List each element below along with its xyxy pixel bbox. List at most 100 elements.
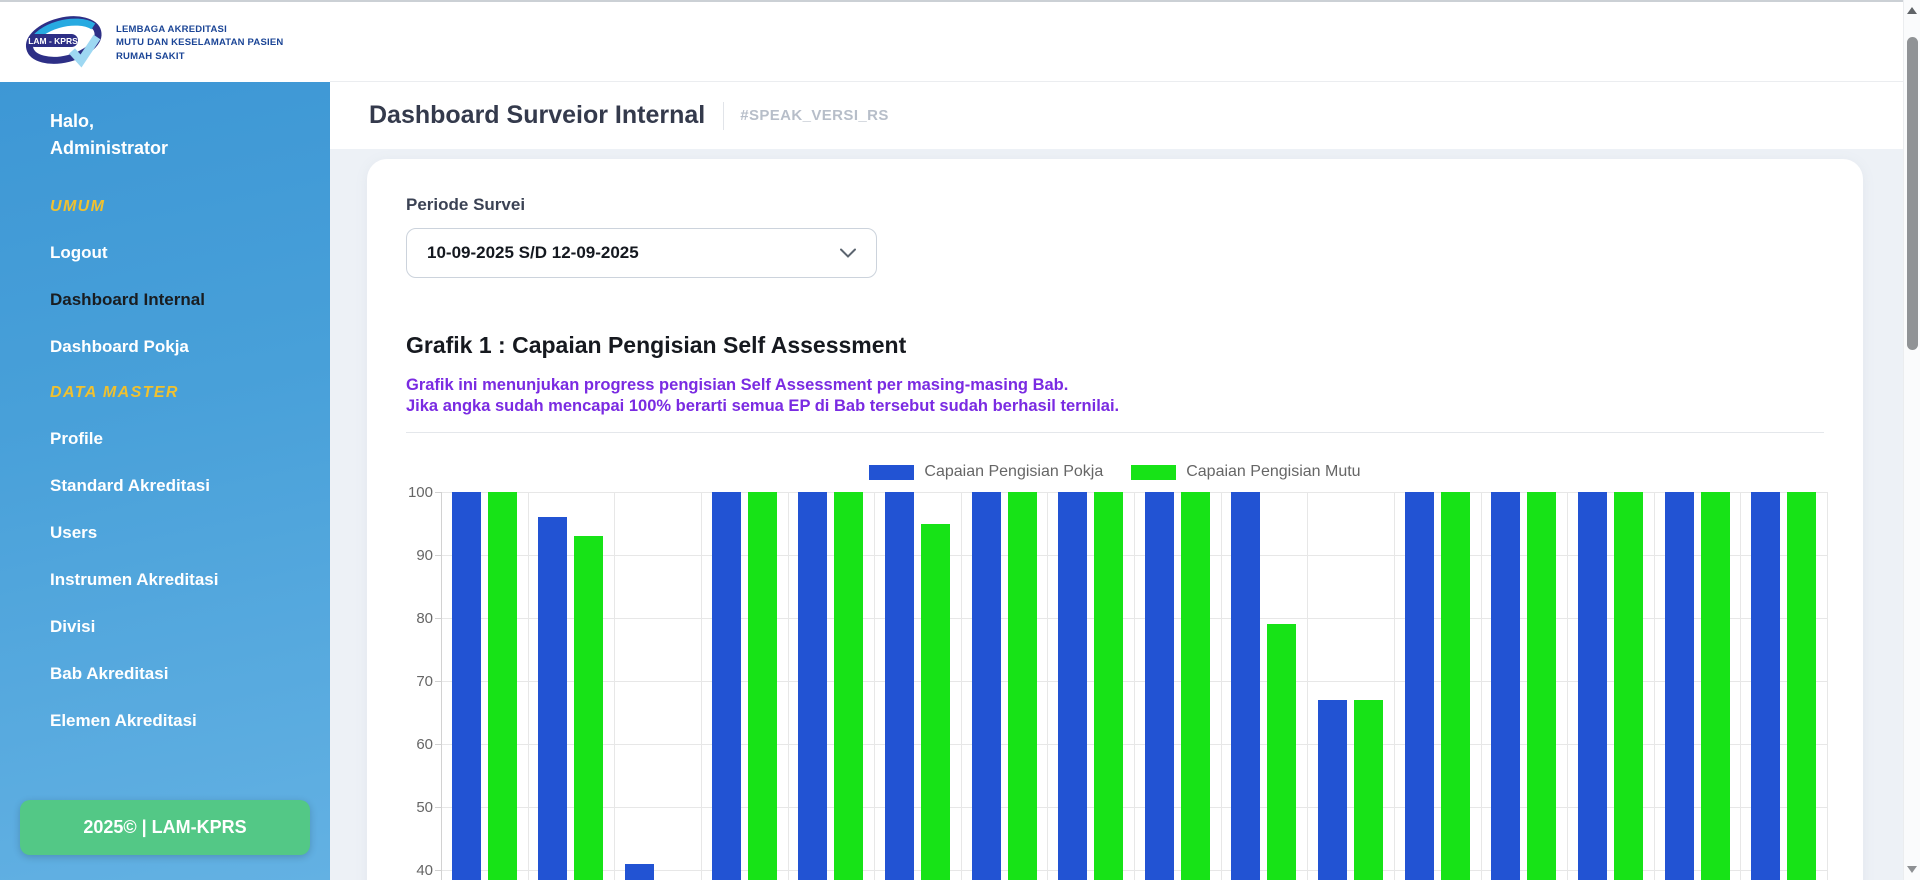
- y-tick-label: 50: [416, 799, 433, 816]
- gridline: [1047, 492, 1049, 880]
- y-tick-mark: [435, 492, 441, 493]
- sidebar-item-divisi[interactable]: Divisi: [50, 617, 290, 637]
- y-tick-mark: [435, 807, 441, 808]
- scrollbar-down-arrow-icon[interactable]: [1907, 866, 1917, 873]
- scrollbar-up-arrow-icon[interactable]: [1907, 7, 1917, 14]
- bar-pokja-8[interactable]: [1058, 492, 1088, 880]
- gridline: [1827, 492, 1828, 880]
- sidebar-item-dashboard-internal[interactable]: Dashboard Internal: [50, 290, 290, 310]
- vertical-scrollbar[interactable]: [1903, 0, 1920, 880]
- sidebar-item-bab-akreditasi[interactable]: Bab Akreditasi: [50, 664, 290, 684]
- bar-mutu-12[interactable]: [1440, 492, 1470, 880]
- sidebar-section-data-master: DATA MASTER: [50, 384, 179, 401]
- legend-label: Capaian Pengisian Mutu: [1186, 463, 1361, 480]
- scrollbar-thumb[interactable]: [1907, 37, 1918, 350]
- gridline: [1220, 492, 1222, 880]
- bar-chart: 1009080706050403020100: [406, 484, 1828, 880]
- gridline: [960, 492, 962, 880]
- sidebar-item-users[interactable]: Users: [50, 523, 290, 543]
- gridline: [614, 492, 616, 880]
- y-tick-mark: [435, 870, 441, 871]
- bar-mutu-15[interactable]: [1700, 492, 1730, 880]
- bar-mutu-16[interactable]: [1787, 492, 1817, 880]
- legend-item[interactable]: Capaian Pengisian Mutu: [1117, 463, 1374, 481]
- chart-legend: Capaian Pengisian Pokja Capaian Pengisian…: [406, 463, 1824, 481]
- y-tick-label: 60: [416, 736, 433, 753]
- gridline: [1307, 492, 1309, 880]
- bar-mutu-1[interactable]: [487, 492, 517, 880]
- bar-mutu-7[interactable]: [1007, 492, 1037, 880]
- sidebar-item-logout[interactable]: Logout: [50, 243, 290, 263]
- bar-mutu-13[interactable]: [1527, 492, 1557, 880]
- y-tick-label: 90: [416, 547, 433, 564]
- legend-swatch-icon: [1131, 464, 1177, 480]
- version-tag: #SPEAK_VERSI_RS: [740, 107, 889, 124]
- y-tick-mark: [435, 744, 441, 745]
- bar-pokja-4[interactable]: [711, 492, 741, 880]
- bar-pokja-6[interactable]: [884, 492, 914, 880]
- bar-mutu-14[interactable]: [1613, 492, 1643, 880]
- logo[interactable]: LAM - KPRS LEMBAGA AKREDITASI MUTU DAN K…: [0, 0, 330, 82]
- gridline: [700, 492, 702, 880]
- section-divider: [406, 432, 1824, 433]
- bar-pokja-11[interactable]: [1318, 699, 1348, 880]
- y-tick-mark: [435, 618, 441, 619]
- greeting-line-1: Halo,: [50, 111, 95, 131]
- bar-pokja-10[interactable]: [1231, 492, 1261, 880]
- bar-mutu-2[interactable]: [574, 536, 604, 880]
- bar-pokja-7[interactable]: [971, 492, 1001, 880]
- chart-section-title: Grafik 1 : Capaian Pengisian Self Assess…: [406, 332, 907, 358]
- sidebar-item-profile[interactable]: Profile: [50, 429, 290, 449]
- sidebar-menu: UMUM Logout Dashboard Internal Dashboard Po…: [50, 198, 330, 758]
- y-tick-label: 80: [416, 610, 433, 627]
- bar-pokja-1[interactable]: [451, 492, 481, 880]
- bar-pokja-9[interactable]: [1144, 492, 1174, 880]
- y-tick-label: 70: [416, 673, 433, 690]
- main-area: Dashboard Surveior Internal #SPEAK_VERSI…: [330, 0, 1920, 880]
- y-axis-line: [441, 492, 442, 880]
- y-tick-label: 100: [407, 484, 433, 501]
- bar-mutu-11[interactable]: [1354, 699, 1384, 880]
- bar-mutu-4[interactable]: [747, 492, 777, 880]
- sidebar-item-instrumen-akreditasi[interactable]: Instrumen Akreditasi: [50, 570, 290, 590]
- bar-pokja-5[interactable]: [798, 492, 828, 880]
- bar-mutu-10[interactable]: [1267, 624, 1297, 880]
- chart-description-line-1: Grafik ini menunjukan progress pengisian…: [406, 376, 1069, 394]
- greeting-line-2: Administrator: [50, 138, 169, 158]
- bar-mutu-8[interactable]: [1094, 492, 1124, 880]
- title-row: Dashboard Surveior Internal #SPEAK_VERSI…: [330, 82, 1920, 149]
- bar-pokja-3[interactable]: [625, 863, 655, 880]
- sidebar-item-dashboard-pokja[interactable]: Dashboard Pokja: [50, 337, 290, 357]
- sidebar-footer-badge[interactable]: 2025© | LAM-KPRS: [20, 800, 310, 855]
- bar-pokja-12[interactable]: [1404, 492, 1434, 880]
- legend-label: Capaian Pengisian Pokja: [924, 463, 1104, 480]
- bar-mutu-5[interactable]: [834, 492, 864, 880]
- gridline: [1134, 492, 1135, 880]
- title-divider: [723, 101, 725, 130]
- legend-item[interactable]: Capaian Pengisian Pokja: [855, 463, 1117, 481]
- bar-pokja-2[interactable]: [538, 517, 568, 880]
- sidebar-item-elemen-akreditasi[interactable]: Elemen Akreditasi: [50, 711, 290, 731]
- periode-survei-value: 10-09-2025 S/D 12-09-2025: [427, 243, 639, 262]
- gridline: [527, 492, 529, 880]
- logo-line-3: RUMAH SAKIT: [116, 50, 185, 62]
- bar-pokja-15[interactable]: [1664, 492, 1694, 880]
- chart-plot-area: [441, 492, 1828, 880]
- periode-survei-select[interactable]: 10-09-2025 S/D 12-09-2025: [406, 228, 877, 278]
- top-navbar: [330, 0, 1920, 82]
- bar-pokja-13[interactable]: [1491, 492, 1521, 880]
- gridline: [787, 492, 789, 880]
- bar-pokja-16[interactable]: [1751, 492, 1781, 880]
- logo-line-1: LEMBAGA AKREDITASI: [116, 23, 227, 35]
- y-tick-mark: [435, 681, 441, 682]
- bar-mutu-6[interactable]: [920, 523, 950, 880]
- logo-line-2: MUTU DAN KESELAMATAN PASIEN: [116, 37, 284, 49]
- bar-mutu-9[interactable]: [1180, 492, 1210, 880]
- sidebar: LAM - KPRS LEMBAGA AKREDITASI MUTU DAN K…: [0, 0, 330, 880]
- page-title: Dashboard Surveior Internal: [369, 101, 706, 129]
- gridline: [1653, 492, 1655, 880]
- logo-text: LEMBAGA AKREDITASI MUTU DAN KESELAMATAN …: [116, 23, 283, 64]
- content-area: Periode Survei 10-09-2025 S/D 12-09-2025…: [330, 149, 1920, 880]
- bar-pokja-14[interactable]: [1577, 492, 1607, 880]
- sidebar-item-standard-akreditasi[interactable]: Standard Akreditasi: [50, 476, 290, 496]
